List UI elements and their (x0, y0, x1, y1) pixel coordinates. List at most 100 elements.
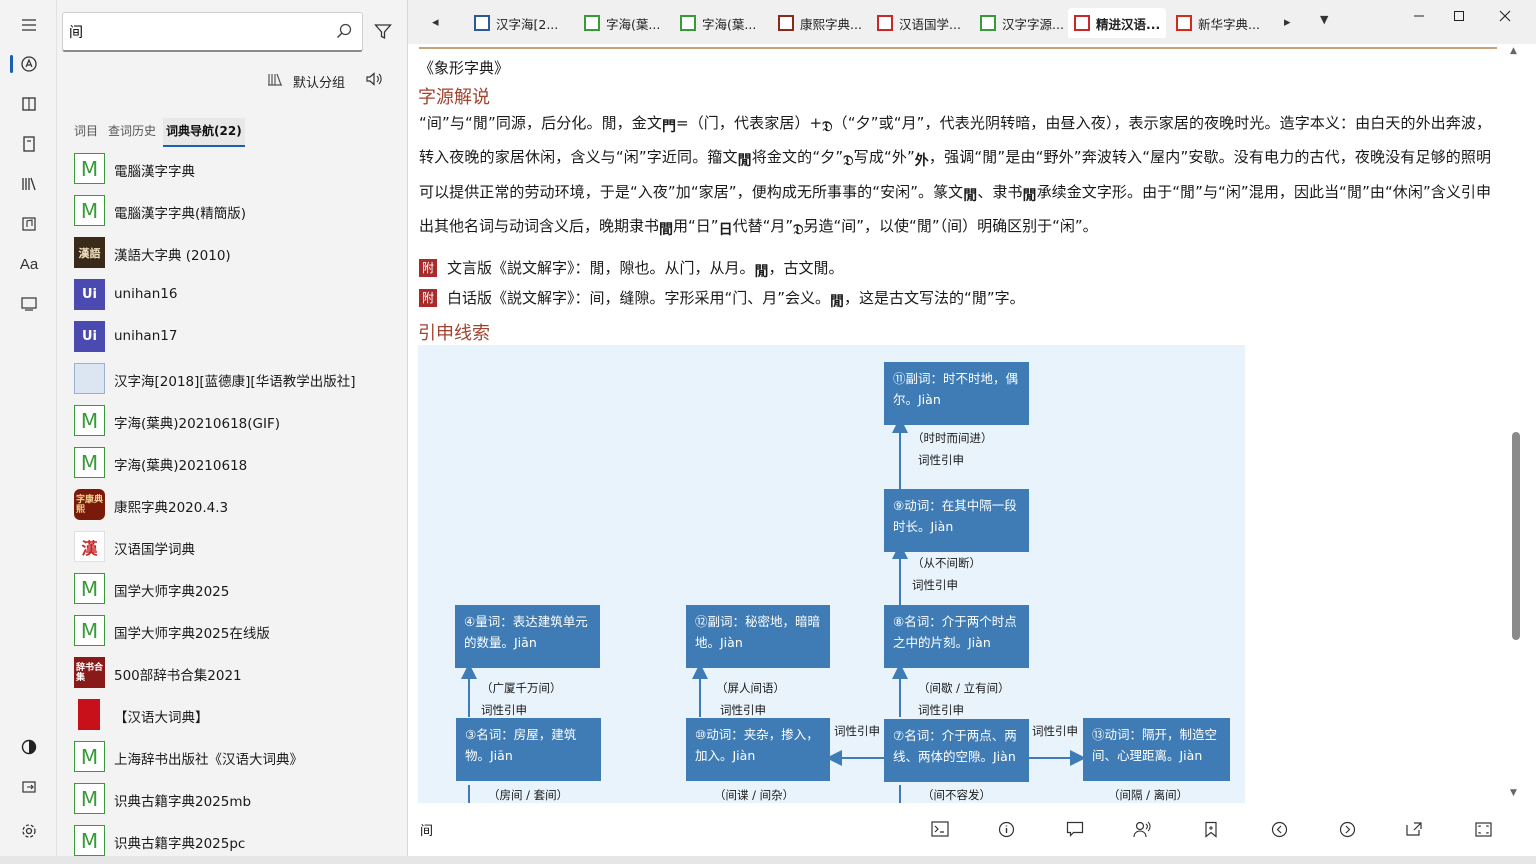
doc-tab-label: 汉字字源... (1002, 14, 1064, 33)
dictionary-icon: M (74, 447, 105, 478)
lookup-icon[interactable] (14, 49, 44, 79)
speaker-icon[interactable] (365, 71, 383, 91)
tab-dictionary-nav[interactable]: 词典导航(22) (163, 118, 245, 147)
yue-glyph-image: 𝔇 (793, 215, 803, 245)
entry-content: 《象形字典》 字源解说 “间”与“閒”同源，后分化。閒，金文門=𨳇（门，代表家居… (409, 44, 1512, 812)
seal-glyph-image: 閒 (963, 181, 977, 211)
dictionary-icon: M (74, 741, 105, 772)
pronunciation-icon[interactable] (1131, 818, 1153, 840)
dictionary-icon: 字康典熙 (74, 489, 105, 520)
bottom-toolbar: 间 (409, 812, 1519, 856)
dictionary-item[interactable]: 漢汉语国学词典 (57, 525, 408, 567)
scroll-thumb[interactable] (1512, 432, 1520, 640)
dictionary-list: M 電腦漢字字典 M 電腦漢字字典(精簡版) 漢語 漢語大字典 (2010) Ui uniha… (57, 147, 408, 856)
doc-tab[interactable]: 字海(葉... (674, 8, 762, 38)
edge-label-4: （广厦千万间） (481, 680, 562, 696)
console-icon[interactable] (929, 818, 951, 840)
export-icon[interactable] (14, 772, 44, 802)
dictionary-item[interactable]: 汉字海[2018][蓝德康][华语教学出版社] (57, 357, 408, 399)
edge-label-7: （间不容发） (922, 787, 991, 803)
dictionary-item[interactable]: M 国学大师字典2025 (57, 567, 408, 609)
app-window: { "search": { "query": "间" }, "left_pane… (0, 0, 1536, 864)
doc-tab-label: 康熙字典... (800, 14, 862, 33)
tab-list-dropdown-icon[interactable]: ▼ (1320, 13, 1328, 26)
tab-entries[interactable]: 词目 (71, 118, 101, 147)
content-scrollbar[interactable]: ▲ ▼ (1510, 44, 1524, 812)
tab-scroll-right-icon[interactable]: ▸ (1284, 15, 1291, 30)
dictionary-icon: 辞书合集 (74, 657, 105, 688)
dictionary-label: 国学大师字典2025 (114, 580, 229, 600)
late-clerical-glyph-image: 間 (659, 215, 673, 245)
sense-node-12: ⑫副词：秘密地，暗暗地。Jiàn (686, 605, 830, 668)
comment-icon[interactable] (1064, 818, 1086, 840)
dictionary-item[interactable]: M 字海(葉典)20210618 (57, 441, 408, 483)
theme-toggle-icon[interactable] (14, 732, 44, 762)
dictionary-icon (74, 363, 105, 394)
menu-icon[interactable] (14, 10, 44, 40)
dictionary-item[interactable]: Ui unihan16 (57, 273, 408, 315)
bookmark-icon[interactable] (1200, 818, 1222, 840)
dictionary-item[interactable]: M 字海(葉典)20210618(GIF) (57, 399, 408, 441)
dictionary-icon: 漢 (74, 531, 105, 562)
filter-icon[interactable] (370, 18, 396, 46)
dictionary-label: 国学大师字典2025在线版 (114, 622, 270, 642)
dictionary-item[interactable]: M 国学大师字典2025在线版 (57, 609, 408, 651)
doc-tab[interactable]: 汉字字源... (974, 8, 1070, 38)
search-box (62, 12, 363, 52)
sense-node-9: ⑨动词：在其中隔一段时长。Jiàn (884, 489, 1029, 552)
doc-tab-label: 汉字海[2... (496, 14, 558, 33)
library-icon[interactable] (14, 169, 44, 199)
bronze-glyph-image: 門 (662, 112, 676, 142)
dictionary-item[interactable]: M 上海辞书出版社《汉语大词典》 (57, 735, 408, 777)
taskbar-edge (0, 856, 1536, 864)
doc-tab[interactable]: 汉字海[2... (468, 8, 564, 38)
dictionary-item[interactable]: M 電腦漢字字典 (57, 147, 408, 189)
sense-node-8: ⑧名词：介于两个时点之中的片刻。Jiàn (884, 605, 1029, 668)
previous-icon[interactable] (1268, 818, 1290, 840)
font-icon[interactable]: Aa (14, 249, 44, 279)
dictionary-item[interactable]: 字康典熙 康熙字典2020.4.3 (57, 483, 408, 525)
dictionary-item[interactable]: M 识典古籍字典2025pc (57, 819, 408, 856)
dictionary-item[interactable]: 辞书合集 500部辞书合集2021 (57, 651, 408, 693)
search-input[interactable] (69, 19, 329, 45)
maximize-icon[interactable] (1444, 6, 1474, 26)
next-icon[interactable] (1336, 818, 1358, 840)
edge-label-12: （屏人间语） (716, 680, 785, 696)
open-external-icon[interactable] (1403, 818, 1425, 840)
doc-tab[interactable]: 字海(葉... (578, 8, 666, 38)
doc-tab[interactable]: 精进汉语... (1068, 8, 1166, 38)
doc-tab[interactable]: 新华字典... (1170, 8, 1266, 38)
dictionary-label: 漢語大字典 (2010) (114, 244, 231, 264)
dictionary-item[interactable]: M 识典古籍字典2025mb (57, 777, 408, 819)
edge-relation-label: 词性引申 (912, 577, 958, 593)
minimize-icon[interactable] (1404, 6, 1434, 26)
info-icon[interactable] (995, 818, 1017, 840)
doc-tab[interactable]: 汉语国学... (871, 8, 967, 38)
fu-badge: 附 (419, 289, 437, 307)
edge-label-8: （间歇 / 立有间） (918, 680, 1010, 696)
zhouwen-glyph-image: 閒 (738, 146, 752, 176)
edge-relation-label: 词性引申 (918, 702, 964, 718)
tab-scroll-left-icon[interactable]: ◂ (432, 15, 439, 30)
scroll-up-icon[interactable]: ▲ (1510, 46, 1517, 56)
doc-tab-bar: ◂ 汉字海[2... 字海(葉... 字海(葉... 康熙字典... 汉语国学... 汉字… (408, 0, 1536, 44)
doc-tab[interactable]: 康熙字典... (772, 8, 868, 38)
dictionary-card-icon[interactable] (14, 289, 44, 319)
group-selector[interactable]: 默认分组 (267, 68, 383, 94)
tab-history[interactable]: 查词历史 (105, 118, 159, 147)
dictionary-tab-icon (474, 15, 490, 31)
close-icon[interactable] (1490, 6, 1520, 26)
dictionary-item[interactable]: Ui unihan17 (57, 315, 408, 357)
search-icon[interactable] (336, 23, 352, 43)
settings-icon[interactable] (14, 816, 44, 846)
notebook-icon[interactable] (14, 129, 44, 159)
dictionary-item[interactable]: 漢語 漢語大字典 (2010) (57, 231, 408, 273)
scroll-down-icon[interactable]: ▼ (1510, 788, 1517, 798)
edge-label-9: （从不间断） (912, 555, 981, 571)
fullscreen-icon[interactable] (1472, 818, 1494, 840)
dictionary-icon: M (74, 573, 105, 604)
audio-icon[interactable] (14, 209, 44, 239)
dictionary-item[interactable]: 【汉语大词典】 (57, 693, 408, 735)
book-icon[interactable] (14, 89, 44, 119)
dictionary-item[interactable]: M 電腦漢字字典(精簡版) (57, 189, 408, 231)
